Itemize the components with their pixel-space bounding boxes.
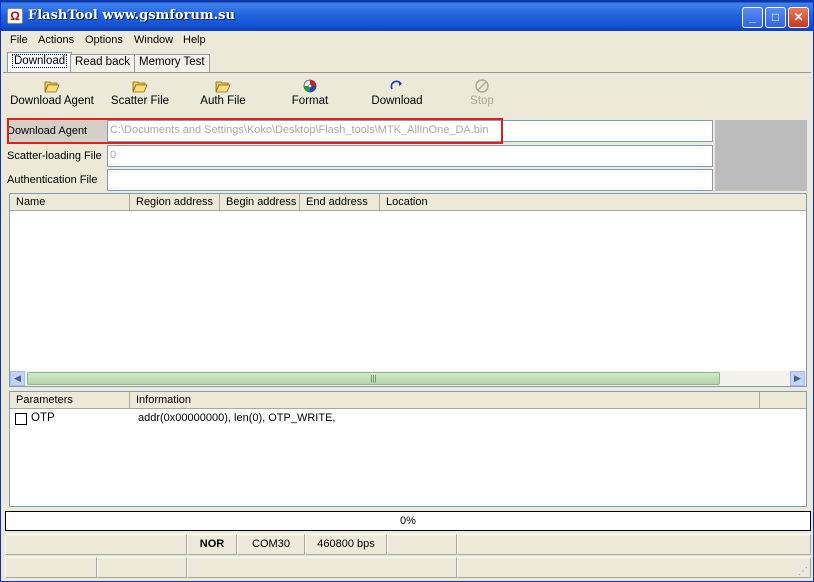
scroll-left-button[interactable]: ◀ [10,371,25,386]
toolbar: Download Agent Scatter File Auth File Fo… [5,75,809,117]
close-icon: ✕ [793,10,804,24]
download-button[interactable]: Download [369,75,425,117]
resize-grip-icon[interactable]: ⋰ [798,567,810,579]
folder-open-icon [44,81,60,93]
status-cell-5 [387,534,457,555]
otp-info: addr(0x00000000), len(0), OTP_WRITE, [138,412,336,424]
format-label: Format [291,95,329,107]
tab-read-back[interactable]: Read back [70,54,135,72]
auth-file-path[interactable] [107,169,713,191]
format-button[interactable]: Format [287,75,333,117]
maximize-button[interactable]: □ [765,7,786,28]
column-location[interactable]: Location [380,194,806,211]
menu-window[interactable]: Window [134,34,173,46]
menu-options[interactable]: Options [85,34,123,46]
status-cell-6 [457,534,811,555]
scatter-field-label: Scatter-loading File [7,145,107,167]
column-information[interactable]: Information [130,392,760,409]
status-flash-type: NOR [187,534,237,555]
download-agent-button[interactable]: Download Agent [9,75,95,117]
column-region-address[interactable]: Region address [130,194,220,211]
status-port: COM30 [237,534,305,555]
title-bar[interactable]: Ω FlashTool www.gsmforum.su _ □ ✕ [1,1,813,31]
region-table[interactable]: Name Region address Begin address End ad… [9,193,807,387]
close-button[interactable]: ✕ [788,7,809,28]
minimize-icon: _ [749,10,756,24]
scroll-thumb[interactable]: ||| [27,372,720,385]
status-cell-10 [457,557,811,578]
table-row[interactable]: OTP addr(0x00000000), len(0), OTP_WRITE, [10,412,806,428]
grip-icon: ||| [370,374,377,383]
column-end-address[interactable]: End address [300,194,380,211]
folder-open-icon [132,81,148,93]
arrow-left-icon: ◀ [14,373,21,383]
folder-open-icon [215,81,231,93]
status-cell-9 [187,557,457,578]
flashtool-window: Ω FlashTool www.gsmforum.su _ □ ✕ File A… [0,0,814,582]
window-title: FlashTool www.gsmforum.su [28,8,235,23]
tab-divider [3,72,811,73]
auth-field-label: Authentication File [7,169,107,191]
status-cell-7 [5,557,97,578]
auth-file-label: Auth File [200,95,246,107]
arrow-right-icon: ▶ [794,373,801,383]
column-begin-address[interactable]: Begin address [220,194,300,211]
tab-memory-test[interactable]: Memory Test [134,54,210,72]
minimize-button[interactable]: _ [742,7,763,28]
info-panel [715,120,807,191]
tab-download-label: Download [12,54,68,68]
column-parameters[interactable]: Parameters [10,392,130,409]
download-label: Download [371,95,423,107]
download-agent-label: Download Agent [10,95,94,107]
status-cell-8 [97,557,187,578]
maximize-icon: □ [771,10,780,24]
menu-bar: File Actions Options Window Help [3,31,811,51]
progress-bar: 0% [5,511,811,531]
scroll-right-button[interactable]: ▶ [790,371,805,386]
app-icon: Ω [7,8,23,24]
status-cell-1 [5,534,187,555]
tab-download[interactable]: Download [7,52,73,72]
scatter-file-button[interactable]: Scatter File [108,75,172,117]
parameters-table[interactable]: Parameters Information OTP addr(0x000000… [9,391,807,507]
horizontal-scrollbar[interactable]: ◀ ||| ▶ [10,371,806,386]
highlight-annotation [7,118,503,144]
stop-icon [475,79,489,93]
tab-strip: Download Read back Memory Test [3,52,811,74]
column-name[interactable]: Name [10,194,130,211]
menu-file[interactable]: File [10,34,28,46]
menu-actions[interactable]: Actions [38,34,74,46]
scatter-file-label: Scatter File [110,95,170,107]
stop-button[interactable]: Stop [467,75,497,117]
otp-label: OTP [31,412,55,424]
progress-text: 0% [400,515,416,527]
download-arrow-icon [390,80,402,90]
status-baud: 460800 bps [305,534,387,555]
scatter-file-path[interactable]: 0 [107,145,713,167]
stop-label: Stop [470,95,494,107]
format-icon [303,79,317,93]
menu-help[interactable]: Help [183,34,206,46]
auth-file-button[interactable]: Auth File [197,75,249,117]
column-extra [760,392,806,409]
otp-checkbox[interactable] [15,413,27,425]
